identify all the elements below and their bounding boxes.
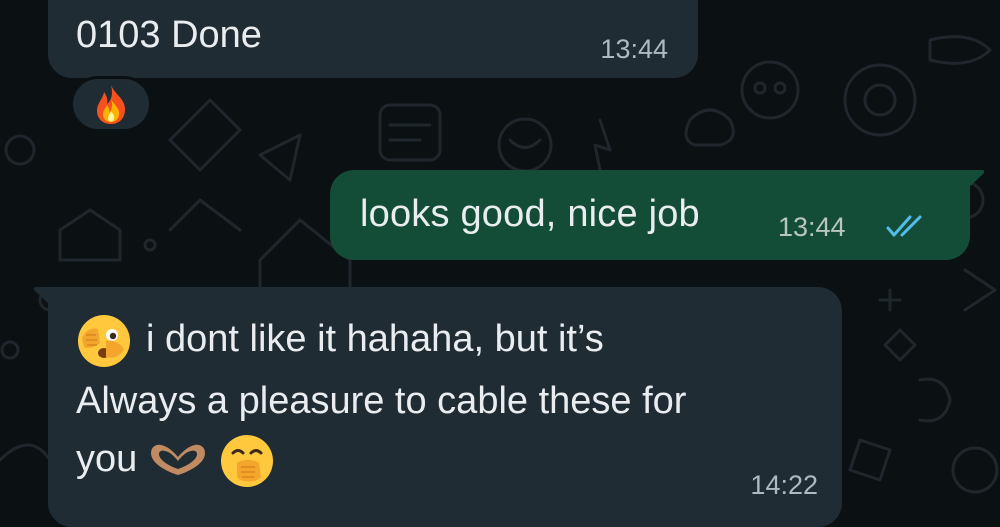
face-with-hand-over-mouth-emoji-icon <box>219 433 275 489</box>
message-timestamp: 13:44 <box>600 34 668 64</box>
bubble-tail <box>33 287 52 307</box>
face-with-peeking-eye-emoji-icon <box>76 313 132 369</box>
heart-hands-emoji-icon <box>147 441 209 481</box>
message-timestamp: 14:22 <box>750 470 818 500</box>
fire-emoji-icon <box>97 85 126 124</box>
message-text: i dont like it hahaha, but it’s <box>146 318 604 361</box>
bubble-tail <box>966 170 985 190</box>
message-line: you <box>76 433 275 489</box>
message-bubble-outgoing[interactable]: looks good, nice job 13:44 <box>330 170 985 260</box>
double-check-read-icon <box>886 215 922 237</box>
message-text: looks good, nice job <box>360 193 700 235</box>
message-bubble-incoming[interactable]: 0103 Done 13:44 <box>48 0 698 78</box>
message-text: you <box>76 438 138 481</box>
message-line: i dont like it hahaha, but it’s <box>76 313 604 369</box>
reaction-badge[interactable] <box>70 76 152 132</box>
message-timestamp: 13:44 <box>778 212 846 242</box>
message-text: 0103 Done <box>76 14 262 56</box>
message-text: Always a pleasure to cable these for <box>76 380 687 422</box>
message-bubble-incoming[interactable]: i dont like it hahaha, but it’s Always a… <box>33 287 842 527</box>
